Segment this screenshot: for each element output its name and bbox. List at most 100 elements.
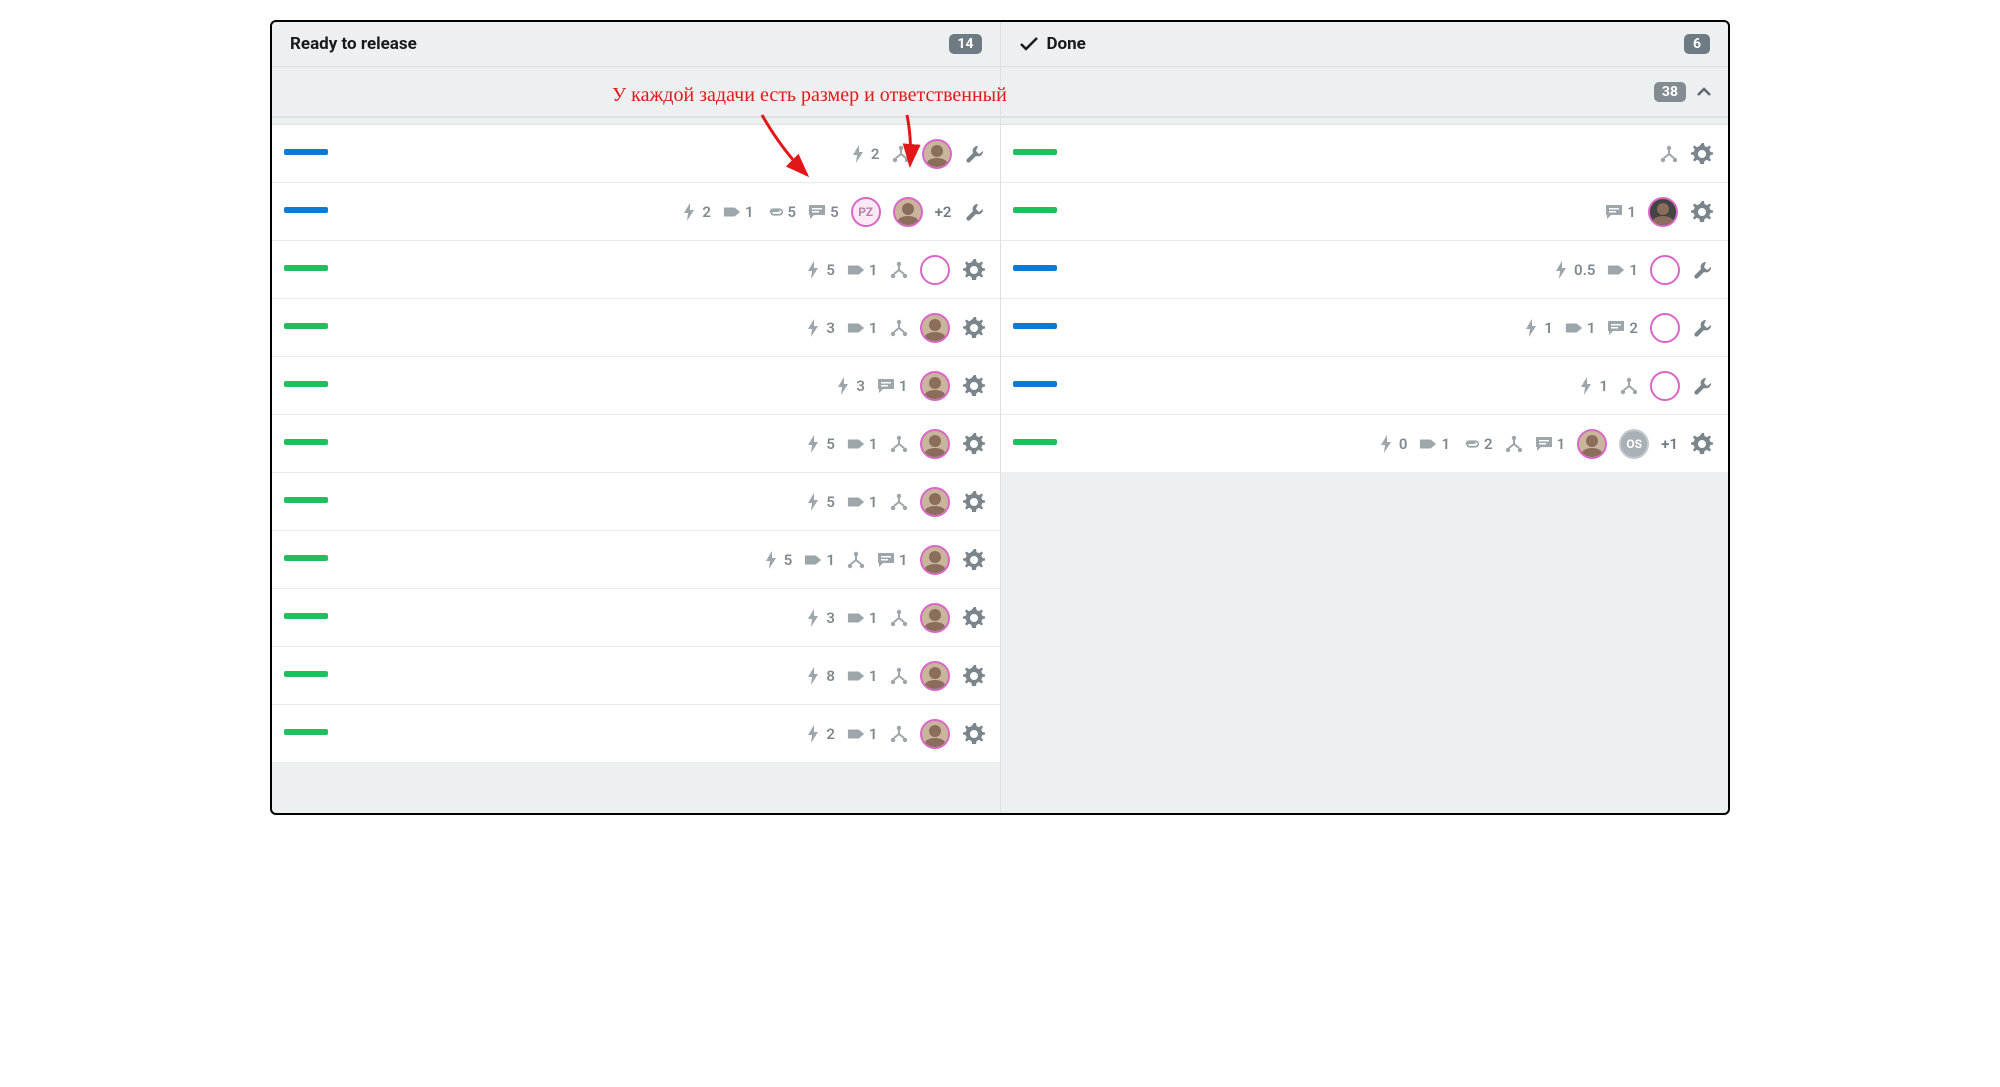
comment-icon[interactable]: 1 bbox=[877, 551, 908, 569]
effort-icon[interactable]: 1 bbox=[1577, 377, 1608, 395]
effort-icon[interactable]: 1 bbox=[1522, 319, 1553, 337]
attachment-icon[interactable]: 5 bbox=[766, 203, 797, 221]
branch-icon[interactable] bbox=[890, 261, 908, 279]
branch-icon[interactable] bbox=[890, 493, 908, 511]
task-card[interactable]: 51 bbox=[272, 414, 1000, 472]
gear-icon[interactable] bbox=[962, 606, 986, 630]
avatar-overflow[interactable]: +2 bbox=[935, 203, 952, 221]
branch-icon[interactable] bbox=[890, 725, 908, 743]
avatar-overflow[interactable]: +1 bbox=[1661, 435, 1678, 453]
wrench-icon[interactable] bbox=[1692, 317, 1714, 339]
branch-icon[interactable] bbox=[1505, 435, 1523, 453]
gear-icon[interactable] bbox=[962, 258, 986, 282]
effort-icon[interactable]: 2 bbox=[804, 725, 835, 743]
chevron-up-icon[interactable] bbox=[1696, 86, 1712, 98]
gear-icon[interactable] bbox=[962, 316, 986, 340]
effort-icon[interactable]: 3 bbox=[804, 609, 835, 627]
avatar[interactable] bbox=[1648, 197, 1678, 227]
avatar[interactable] bbox=[920, 545, 950, 575]
comment-icon[interactable]: 5 bbox=[808, 203, 839, 221]
gear-icon[interactable] bbox=[962, 432, 986, 456]
attachment-icon[interactable]: 2 bbox=[1462, 435, 1493, 453]
gear-icon[interactable] bbox=[1690, 432, 1714, 456]
comment-icon[interactable]: 1 bbox=[877, 377, 908, 395]
task-card[interactable]: 31 bbox=[272, 356, 1000, 414]
effort-icon[interactable]: 2 bbox=[680, 203, 711, 221]
task-card[interactable]: 51 bbox=[272, 240, 1000, 298]
branch-icon[interactable] bbox=[892, 145, 910, 163]
tag-icon[interactable]: 1 bbox=[847, 667, 878, 685]
tag-icon[interactable]: 1 bbox=[1607, 261, 1638, 279]
task-card[interactable]: 51 bbox=[272, 472, 1000, 530]
tag-icon[interactable]: 1 bbox=[723, 203, 754, 221]
effort-icon[interactable]: 0.5 bbox=[1552, 261, 1595, 279]
tag-icon[interactable]: 1 bbox=[1419, 435, 1450, 453]
avatar[interactable] bbox=[920, 487, 950, 517]
gear-icon[interactable] bbox=[1690, 200, 1714, 224]
task-card[interactable]: 31 bbox=[272, 298, 1000, 356]
task-card[interactable]: 2 bbox=[272, 124, 1000, 182]
task-card[interactable]: 1 bbox=[1001, 182, 1729, 240]
gear-icon[interactable] bbox=[962, 664, 986, 688]
wrench-icon[interactable] bbox=[1692, 259, 1714, 281]
task-card[interactable]: 1 bbox=[1001, 356, 1729, 414]
gear-icon[interactable] bbox=[1690, 142, 1714, 166]
tag-icon[interactable]: 1 bbox=[847, 435, 878, 453]
branch-icon[interactable] bbox=[890, 667, 908, 685]
branch-icon[interactable] bbox=[1660, 145, 1678, 163]
task-card[interactable]: 0.51 bbox=[1001, 240, 1729, 298]
tag-icon[interactable]: 1 bbox=[847, 319, 878, 337]
avatar[interactable] bbox=[1650, 255, 1680, 285]
tag-icon[interactable]: 1 bbox=[847, 725, 878, 743]
avatar[interactable] bbox=[920, 255, 950, 285]
avatar[interactable] bbox=[1577, 429, 1607, 459]
comment-icon[interactable]: 1 bbox=[1535, 435, 1566, 453]
avatar[interactable] bbox=[920, 603, 950, 633]
branch-icon[interactable] bbox=[890, 435, 908, 453]
avatar[interactable] bbox=[922, 139, 952, 169]
tag-icon[interactable]: 1 bbox=[804, 551, 835, 569]
gear-icon[interactable] bbox=[962, 548, 986, 572]
comment-icon[interactable]: 2 bbox=[1607, 319, 1638, 337]
task-card[interactable] bbox=[1001, 124, 1729, 182]
gear-icon[interactable] bbox=[962, 490, 986, 514]
wrench-icon[interactable] bbox=[964, 143, 986, 165]
effort-icon[interactable]: 5 bbox=[804, 435, 835, 453]
avatar[interactable] bbox=[920, 719, 950, 749]
effort-icon[interactable]: 3 bbox=[804, 319, 835, 337]
tag-icon[interactable]: 1 bbox=[847, 261, 878, 279]
effort-icon[interactable]: 2 bbox=[849, 145, 880, 163]
branch-icon[interactable] bbox=[1620, 377, 1638, 395]
avatar[interactable] bbox=[1650, 313, 1680, 343]
effort-icon[interactable]: 5 bbox=[762, 551, 793, 569]
gear-icon[interactable] bbox=[962, 722, 986, 746]
effort-icon[interactable]: 3 bbox=[834, 377, 865, 395]
gear-icon[interactable] bbox=[962, 374, 986, 398]
avatar[interactable] bbox=[1650, 371, 1680, 401]
avatar[interactable]: PZ bbox=[851, 197, 881, 227]
task-card[interactable]: 21 bbox=[272, 704, 1000, 762]
branch-icon[interactable] bbox=[847, 551, 865, 569]
task-card[interactable]: 112 bbox=[1001, 298, 1729, 356]
effort-icon[interactable]: 5 bbox=[804, 261, 835, 279]
avatar[interactable] bbox=[920, 661, 950, 691]
branch-icon[interactable] bbox=[890, 609, 908, 627]
branch-icon[interactable] bbox=[890, 319, 908, 337]
task-card[interactable]: 31 bbox=[272, 588, 1000, 646]
task-card[interactable]: 81 bbox=[272, 646, 1000, 704]
avatar[interactable]: OS bbox=[1619, 429, 1649, 459]
tag-icon[interactable]: 1 bbox=[847, 609, 878, 627]
effort-icon[interactable]: 0 bbox=[1377, 435, 1408, 453]
avatar[interactable] bbox=[920, 429, 950, 459]
avatar[interactable] bbox=[893, 197, 923, 227]
effort-icon[interactable]: 5 bbox=[804, 493, 835, 511]
wrench-icon[interactable] bbox=[964, 201, 986, 223]
task-card[interactable]: 0121OS+1 bbox=[1001, 414, 1729, 472]
tag-icon[interactable]: 1 bbox=[1565, 319, 1596, 337]
tag-icon[interactable]: 1 bbox=[847, 493, 878, 511]
wrench-icon[interactable] bbox=[1692, 375, 1714, 397]
effort-icon[interactable]: 8 bbox=[804, 667, 835, 685]
comment-icon[interactable]: 1 bbox=[1605, 203, 1636, 221]
task-card[interactable]: 511 bbox=[272, 530, 1000, 588]
avatar[interactable] bbox=[920, 313, 950, 343]
